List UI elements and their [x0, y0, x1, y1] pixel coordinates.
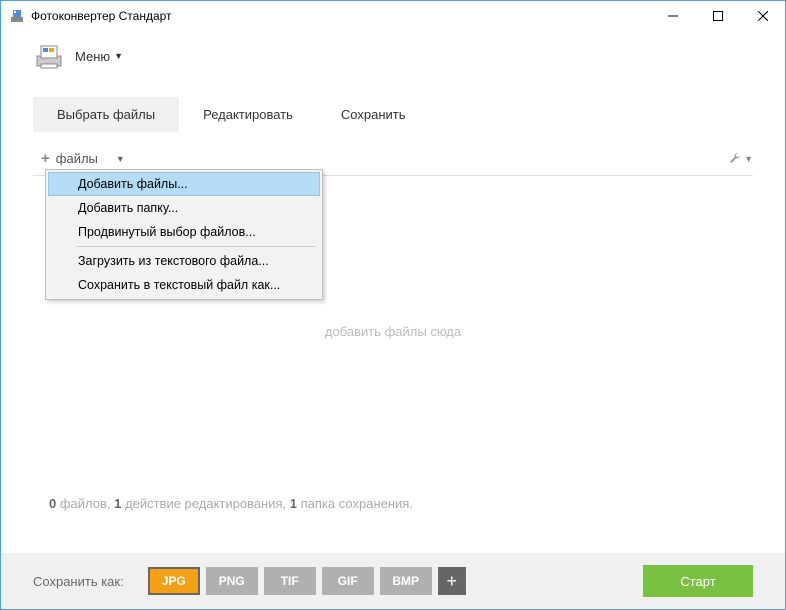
dropdown-item-save-to-text[interactable]: Сохранить в текстовый файл как... — [48, 273, 320, 297]
dropdown-separator — [76, 246, 316, 247]
format-buttons: JPG PNG TIF GIF BMP + — [148, 567, 466, 595]
dropdown-item-load-from-text[interactable]: Загрузить из текстового файла... — [48, 249, 320, 273]
add-files-label: файлы — [56, 151, 98, 166]
format-tif[interactable]: TIF — [264, 567, 316, 595]
wrench-icon — [728, 152, 742, 166]
format-gif[interactable]: GIF — [322, 567, 374, 595]
actions-count: 1 — [114, 496, 121, 511]
format-add-button[interactable]: + — [438, 567, 466, 595]
settings-button[interactable]: ▼ — [728, 152, 753, 166]
printer-icon — [33, 40, 65, 72]
minimize-button[interactable] — [650, 1, 695, 31]
dropdown-item-add-folder[interactable]: Добавить папку... — [48, 196, 320, 220]
tab-save[interactable]: Сохранить — [317, 97, 430, 132]
app-icon — [9, 8, 25, 24]
add-files-button[interactable]: + файлы — [33, 146, 106, 171]
format-jpg[interactable]: JPG — [148, 567, 200, 595]
files-count: 0 — [49, 496, 56, 511]
add-files-dropdown-toggle[interactable]: ▼ — [116, 154, 125, 164]
add-files-dropdown: Добавить файлы... Добавить папку... Прод… — [45, 169, 323, 300]
drop-placeholder: добавить файлы сюда — [325, 324, 461, 339]
menu-button[interactable]: Меню — [75, 49, 110, 64]
titlebar: Фотоконвертер Стандарт — [1, 1, 785, 31]
tabs: Выбрать файлы Редактировать Сохранить — [1, 97, 785, 132]
tab-edit[interactable]: Редактировать — [179, 97, 317, 132]
format-png[interactable]: PNG — [206, 567, 258, 595]
tab-select-files[interactable]: Выбрать файлы — [33, 97, 179, 132]
close-button[interactable] — [740, 1, 785, 31]
menubar: Меню ▼ — [1, 31, 785, 81]
dropdown-item-advanced-select[interactable]: Продвинутый выбор файлов... — [48, 220, 320, 244]
dropdown-item-add-files[interactable]: Добавить файлы... — [48, 172, 320, 196]
chevron-down-icon: ▼ — [744, 154, 753, 164]
folders-count: 1 — [290, 496, 297, 511]
status-bar: 0 файлов, 1 действие редактирования, 1 п… — [1, 486, 785, 521]
save-as-label: Сохранить как: — [33, 574, 124, 589]
toolbar-left: + файлы ▼ — [33, 146, 125, 171]
maximize-button[interactable] — [695, 1, 740, 31]
files-word: файлов, — [60, 496, 111, 511]
folders-word: папка сохранения. — [301, 496, 413, 511]
footer: Сохранить как: JPG PNG TIF GIF BMP + Ста… — [1, 553, 785, 609]
window-title: Фотоконвертер Стандарт — [31, 9, 650, 23]
chevron-down-icon[interactable]: ▼ — [114, 51, 123, 61]
plus-icon: + — [41, 150, 50, 167]
format-bmp[interactable]: BMP — [380, 567, 432, 595]
window-controls — [650, 1, 785, 31]
start-button[interactable]: Старт — [643, 565, 753, 597]
actions-word: действие редактирования, — [125, 496, 286, 511]
